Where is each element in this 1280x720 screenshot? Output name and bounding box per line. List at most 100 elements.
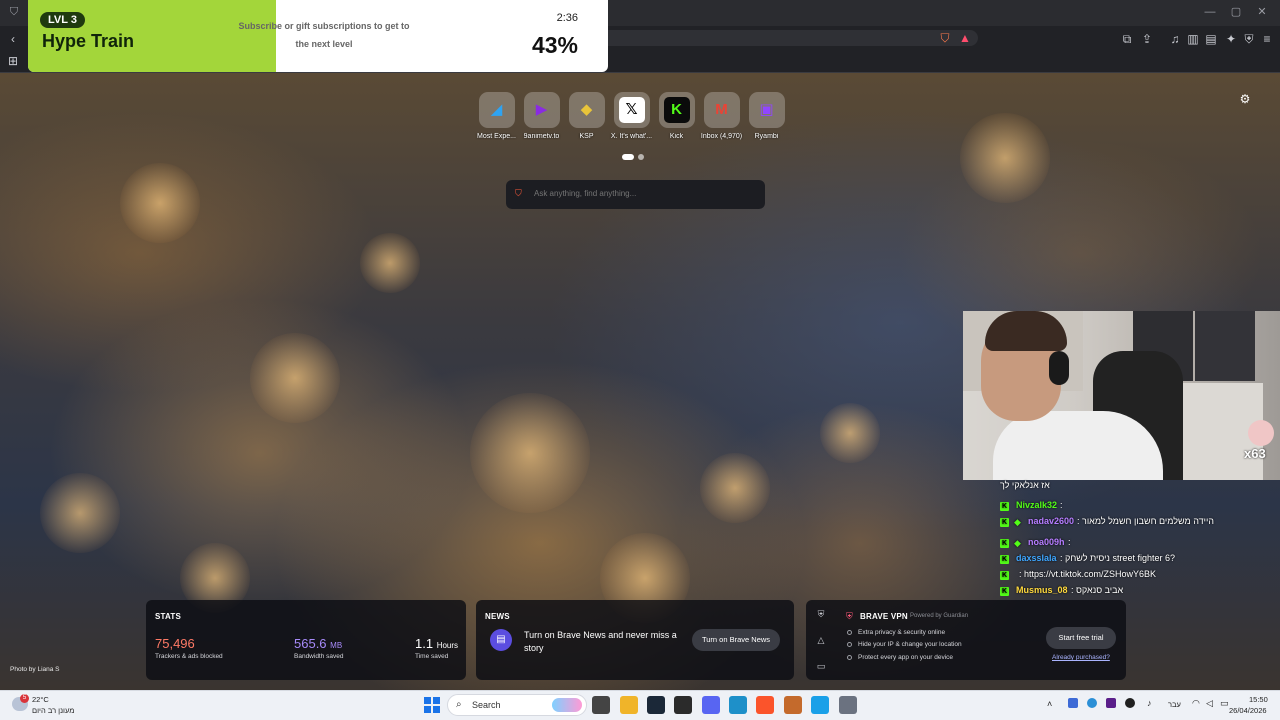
maximize-button[interactable]: ▢ (1226, 4, 1246, 20)
language-indicator[interactable]: עבר (1168, 700, 1181, 709)
search-input[interactable] (534, 189, 754, 198)
chat-username[interactable]: nadav2600 (1028, 516, 1074, 526)
x-icon: 𝕏 (618, 97, 645, 123)
close-window-button[interactable]: ✕ (1252, 4, 1272, 20)
turn-on-news-button[interactable]: Turn on Brave News (692, 629, 780, 651)
game-app-icon[interactable] (784, 696, 802, 714)
top-site-tile[interactable]: ◆ KSP (564, 92, 609, 140)
apps-grid-icon[interactable]: ⊞ (4, 52, 22, 70)
top-site-label: Ryambi (754, 133, 779, 140)
discord-icon[interactable] (702, 696, 720, 714)
top-site-tile[interactable]: ▶ 9animetv.to (519, 92, 564, 140)
subscriber-badge-icon: ◆ (1014, 538, 1021, 548)
top-site-tile[interactable]: 𝕏 X. It's what'... (609, 92, 654, 140)
kick-badge-icon: K (1000, 571, 1009, 580)
brave-menu-icon[interactable]: ⛉ (4, 4, 24, 20)
top-site-label: 9animetv.to (523, 133, 560, 140)
chevron-up-icon[interactable]: ˄ (1047, 699, 1052, 709)
azure-icon: ◢ (490, 101, 503, 118)
stat-value: 75,496 (155, 636, 195, 651)
microphone-icon[interactable]: ♪ (1147, 698, 1152, 708)
sidebar-icon[interactable]: ▥ (1184, 30, 1202, 48)
check-icon (847, 630, 852, 635)
pager-dot[interactable] (638, 154, 644, 160)
top-sites-grid: ◢ Most Expe... ▶ 9animetv.to ◆ KSP 𝕏 X. It's wh… (474, 92, 794, 144)
bokeh-light (700, 453, 770, 523)
tray-app-icon[interactable] (1125, 698, 1135, 708)
stat-label: Bandwidth saved (294, 653, 344, 660)
shield-icon[interactable]: ⛨ (815, 608, 827, 620)
stat-number: 1.1 (415, 636, 434, 651)
weather-desc[interactable]: מעונן רב היום (32, 706, 74, 715)
top-site-tile[interactable]: M Inbox (4,970) (699, 92, 744, 140)
hype-train-title: Hype Train (42, 31, 135, 51)
share-icon[interactable]: ⇪ (1138, 30, 1156, 48)
chat-username[interactable]: Musmus_08 (1016, 585, 1068, 595)
chat-username[interactable]: daxsslala (1016, 553, 1057, 563)
chat-username[interactable]: noa009h (1028, 537, 1065, 547)
bokeh-light (120, 163, 200, 243)
kick-badge-icon: K (1000, 555, 1009, 564)
file-explorer-icon[interactable] (620, 696, 638, 714)
headphones (1049, 351, 1069, 385)
steam-icon[interactable] (647, 696, 665, 714)
kick-badge-icon: K (1000, 518, 1009, 527)
chat-header: אז אנלאקי לך (1000, 480, 1050, 490)
top-site-tile[interactable]: ▣ Ryambi (744, 92, 789, 140)
warning-icon[interactable]: △ (815, 634, 827, 646)
menu-icon[interactable]: ≡ (1258, 30, 1276, 48)
pager-dot-active[interactable] (622, 154, 634, 160)
hype-train-timer: 2:36 (556, 12, 578, 24)
clock-time[interactable]: 15:50 (1249, 695, 1268, 704)
feather-app-icon[interactable] (811, 696, 829, 714)
tray-app-icon[interactable] (1087, 698, 1097, 708)
volume-icon[interactable]: ◁ (1206, 698, 1213, 709)
search-box[interactable]: ⛉ (506, 180, 765, 209)
taskbar-search[interactable]: ⌕ Search (447, 694, 587, 716)
bokeh-light (360, 233, 420, 293)
start-free-trial-button[interactable]: Start free trial (1046, 627, 1116, 649)
wallet-icon[interactable]: ▤ (1202, 30, 1220, 48)
extensions-icon[interactable]: ⧉ (1118, 30, 1136, 48)
settings-icon[interactable] (839, 696, 857, 714)
kick-icon: K (663, 97, 690, 123)
brave-shields-icon[interactable]: ⛉ (936, 29, 954, 47)
card-icon[interactable]: ▭ (815, 660, 827, 672)
tray-app-icon[interactable] (1106, 698, 1116, 708)
brave-browser-icon[interactable] (756, 696, 774, 714)
stats-heading: STATS (155, 612, 182, 621)
minimize-button[interactable]: — (1200, 4, 1220, 20)
top-site-tile[interactable]: K Kick (654, 92, 699, 140)
top-site-icon-tile: ▶ (523, 92, 560, 128)
chat-message: K: https://vt.tiktok.com/ZSHowY6BK (996, 569, 1280, 583)
task-view-icon[interactable] (592, 696, 610, 714)
app-icon[interactable] (729, 696, 747, 714)
already-purchased-link[interactable]: Already purchased? (1052, 654, 1110, 661)
photo-credit: Photo by Liana S (10, 666, 60, 673)
top-site-icon-tile: M (703, 92, 740, 128)
news-promo-text: Turn on Brave News and never miss a stor… (524, 630, 677, 653)
bokeh-light (40, 473, 120, 553)
wifi-icon[interactable]: ◠ (1192, 698, 1200, 709)
weather-temp[interactable]: 22°C (32, 695, 49, 704)
chat-text: : ניסית לשחק street fighter 6? (1060, 553, 1175, 563)
search-icon: ⌕ (456, 699, 462, 710)
vpn-shield-icon[interactable]: ⛨ (1240, 30, 1258, 48)
top-site-tile[interactable]: ◢ Most Expe... (474, 92, 519, 140)
tray-app-icon[interactable] (1068, 698, 1078, 708)
clock-date[interactable]: 26/04/2026 (1229, 706, 1267, 715)
twitch-icon: ▣ (759, 101, 774, 118)
windows-start-icon[interactable] (424, 697, 440, 713)
leo-ai-icon[interactable]: ✦ (1222, 30, 1240, 48)
battery-icon[interactable]: ▭ (1220, 698, 1229, 709)
news-icon: ▤ (490, 629, 512, 651)
chat-text: : אביב סנאקס (1071, 585, 1124, 595)
play-icon: ▶ (535, 101, 548, 118)
media-icon[interactable]: ♫ (1166, 30, 1184, 48)
recording-app-icon[interactable] (674, 696, 692, 714)
gear-icon[interactable]: ⚙ (1238, 92, 1252, 106)
back-icon[interactable]: ‹ (4, 30, 22, 48)
brave-rewards-icon[interactable]: ▲ (956, 29, 974, 47)
address-bar[interactable]: ⛉ ▲ (600, 30, 978, 46)
chat-username[interactable]: Nivzalk32 (1016, 500, 1057, 510)
